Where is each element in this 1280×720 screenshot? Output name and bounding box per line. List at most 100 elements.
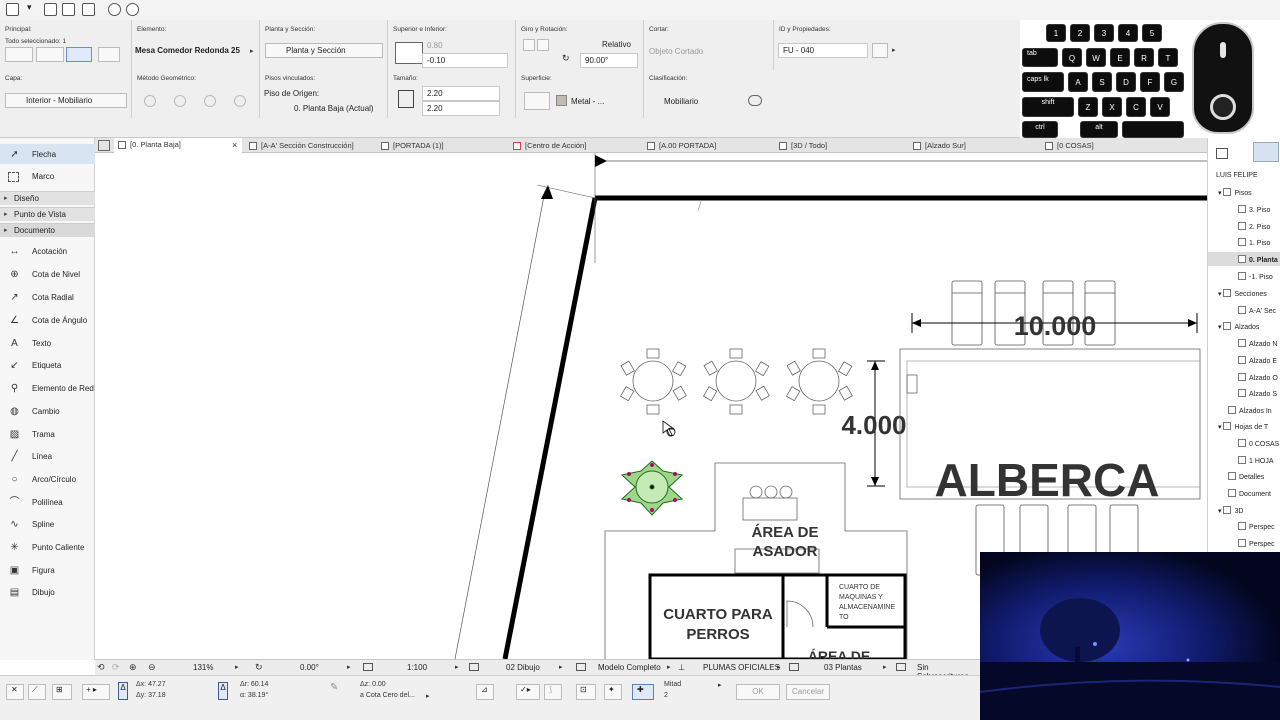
- properties-icon[interactable]: [872, 43, 888, 58]
- snap-points-icon[interactable]: ✚: [632, 684, 654, 700]
- tool-cota-angulo[interactable]: ∠ Cota de Ángulo: [0, 310, 95, 330]
- eye-icon[interactable]: [748, 95, 762, 106]
- mirror-x-icon[interactable]: [537, 39, 549, 51]
- layout-icon[interactable]: [44, 3, 57, 16]
- tool-cambio[interactable]: ◍ Cambio: [0, 401, 95, 421]
- tab-0-cosas[interactable]: [0 COSAS]: [1041, 139, 1161, 153]
- rotation-angle-field[interactable]: 90.00°: [580, 53, 638, 68]
- tool-flecha[interactable]: ➚ Flecha: [0, 144, 95, 164]
- delta-r[interactable]: Δr: 60.14: [240, 681, 268, 688]
- elemento-arrow-icon[interactable]: ▸: [250, 47, 254, 55]
- nav-piso-1[interactable]: 1. Piso: [1238, 238, 1270, 247]
- mitad-value[interactable]: 2: [664, 692, 668, 699]
- undo-icon[interactable]: ⟲: [97, 662, 105, 673]
- surface-value[interactable]: Metal - ...: [571, 97, 604, 106]
- menu-icon[interactable]: ▾: [27, 2, 40, 15]
- nav-secciones[interactable]: ▾ Secciones: [1218, 289, 1267, 298]
- giro-mode[interactable]: Relativo: [602, 40, 631, 49]
- section-punto-vista[interactable]: Punto de Vista: [0, 207, 95, 221]
- nav-piso-3[interactable]: 3. Piso: [1238, 205, 1270, 214]
- tab-planta-baja[interactable]: [0. Planta Baja]: [114, 138, 242, 153]
- tab-seccion[interactable]: [A-A' Sección Construcción]: [245, 139, 375, 153]
- layer-arrow-icon[interactable]: ▸: [559, 663, 563, 671]
- close-tab-icon[interactable]: ×: [232, 140, 237, 150]
- tab-centro-accion[interactable]: [Centro de Acción]: [509, 139, 641, 153]
- nav-planta-baja[interactable]: 0. Planta: [1208, 252, 1280, 266]
- piso-origen-value[interactable]: 0. Planta Baja (Actual): [294, 104, 374, 113]
- favorites-button[interactable]: [98, 47, 120, 62]
- trim-icon[interactable]: ⊡: [576, 684, 596, 700]
- tab-portada[interactable]: [PORTADA (1)]: [377, 139, 507, 153]
- tool-spline[interactable]: ∿ Spline: [0, 514, 95, 534]
- nav-alzado-s[interactable]: Alzado S: [1238, 389, 1277, 398]
- edit-icon[interactable]: ✎: [330, 682, 338, 693]
- nav-documentos[interactable]: Document: [1228, 489, 1271, 498]
- nav-alzados-interiores[interactable]: Alzados In: [1228, 406, 1272, 415]
- sync-icon[interactable]: [126, 3, 139, 16]
- nav-1-hoja[interactable]: 1 HOJA: [1238, 456, 1274, 465]
- guide-icon[interactable]: ✓▸: [516, 684, 540, 700]
- nav-alzados[interactable]: ▾ Alzados: [1218, 322, 1259, 331]
- layer-combination[interactable]: 02 Dibujo: [506, 663, 540, 672]
- grid-snap-icon[interactable]: ⊞: [52, 684, 72, 700]
- rotate-view-icon[interactable]: ↻: [255, 662, 263, 673]
- teamwork-icon[interactable]: [62, 3, 75, 16]
- nav-pisos[interactable]: ▾ Pisos: [1218, 188, 1252, 197]
- mitad-label[interactable]: Mitad: [664, 681, 681, 688]
- tool-cota-radial[interactable]: ↗ Cota Radial: [0, 287, 95, 307]
- nav-project[interactable]: LUIS FELIPE: [1216, 172, 1258, 179]
- tab-grid-icon[interactable]: [98, 140, 110, 151]
- settings-dialog-button[interactable]: [66, 47, 92, 62]
- file-icon[interactable]: [6, 3, 19, 16]
- id-field[interactable]: FU - 040: [778, 43, 868, 58]
- nav-piso-2[interactable]: 2. Piso: [1238, 222, 1270, 231]
- nav-alzado-o[interactable]: Alzado O: [1238, 373, 1278, 382]
- relative-construction-icon[interactable]: + ▸: [82, 684, 110, 700]
- cota-cero[interactable]: a Cota Cero del...: [360, 692, 415, 699]
- top-offset-field[interactable]: 0.80: [422, 38, 508, 53]
- tool-linea[interactable]: ╱ Línea: [0, 446, 95, 466]
- nav-0-cosas[interactable]: 0 COSAS: [1238, 439, 1279, 448]
- navigator-menu-icon[interactable]: [1216, 148, 1228, 159]
- cortar-value[interactable]: Objeto Cortado: [649, 47, 703, 56]
- angle-arrow-icon[interactable]: ▸: [347, 663, 351, 671]
- tool-elemento-red[interactable]: ⚲ Elemento de Red: [0, 378, 95, 398]
- bottom-offset-field[interactable]: -0.10: [422, 53, 508, 68]
- id-arrow-icon[interactable]: ▸: [892, 46, 896, 54]
- nav-alzado-e[interactable]: Alzado E: [1238, 356, 1277, 365]
- nav-piso-minus1[interactable]: -1. Piso: [1238, 272, 1273, 281]
- snap-icon[interactable]: ⟋: [28, 684, 46, 700]
- cancel-button[interactable]: Cancelar: [786, 684, 830, 700]
- tab-3d[interactable]: [3D / Todo]: [775, 139, 907, 153]
- planta-seccion-button[interactable]: Planta y Sección: [265, 43, 383, 58]
- tool-arco-circulo[interactable]: ○ Arco/Círculo: [0, 469, 95, 489]
- zoom-out-icon[interactable]: ⊖: [148, 662, 156, 673]
- delta-z[interactable]: Δz: 0.00: [360, 681, 386, 688]
- tab-a00-portada[interactable]: [A.00 PORTADA]: [643, 139, 773, 153]
- pen-set-arrow-icon[interactable]: ▸: [777, 663, 781, 671]
- method-icon-4[interactable]: [234, 95, 246, 107]
- grid-icon[interactable]: [82, 3, 95, 16]
- method-icon-1[interactable]: [144, 95, 156, 107]
- scale-value[interactable]: 1:100: [407, 663, 427, 672]
- pen-set[interactable]: PLUMAS OFICIALES: [703, 663, 780, 672]
- tool-figura[interactable]: ▣ Figura: [0, 560, 95, 580]
- renovation-filter[interactable]: 03 Plantas: [824, 663, 862, 672]
- mirror-icon[interactable]: [523, 39, 535, 51]
- nav-perspectiva-2[interactable]: Perspec: [1238, 539, 1275, 548]
- marquee-mode-button[interactable]: [36, 47, 64, 62]
- nav-alzado-n[interactable]: Alzado N: [1238, 339, 1277, 348]
- mitad-arrow-icon[interactable]: ▸: [718, 681, 722, 689]
- surface-override-icon[interactable]: [524, 92, 550, 110]
- cota-arrow-icon[interactable]: ▸: [426, 692, 430, 700]
- angle-snap-icon[interactable]: ⊿: [476, 684, 494, 700]
- nav-3d[interactable]: ▾ 3D: [1218, 506, 1243, 515]
- tool-punto-caliente[interactable]: ✳ Punto Caliente: [0, 537, 95, 557]
- section-diseno[interactable]: Diseño: [0, 191, 95, 205]
- size-b-field[interactable]: 2.20: [422, 101, 500, 116]
- method-icon-3[interactable]: [204, 95, 216, 107]
- tool-acotacion[interactable]: ↔ Acotación: [0, 241, 95, 261]
- section-documento[interactable]: Documento: [0, 223, 95, 237]
- redo-icon[interactable]: ⟳: [112, 662, 120, 673]
- curve-icon[interactable]: ⟆: [544, 684, 562, 700]
